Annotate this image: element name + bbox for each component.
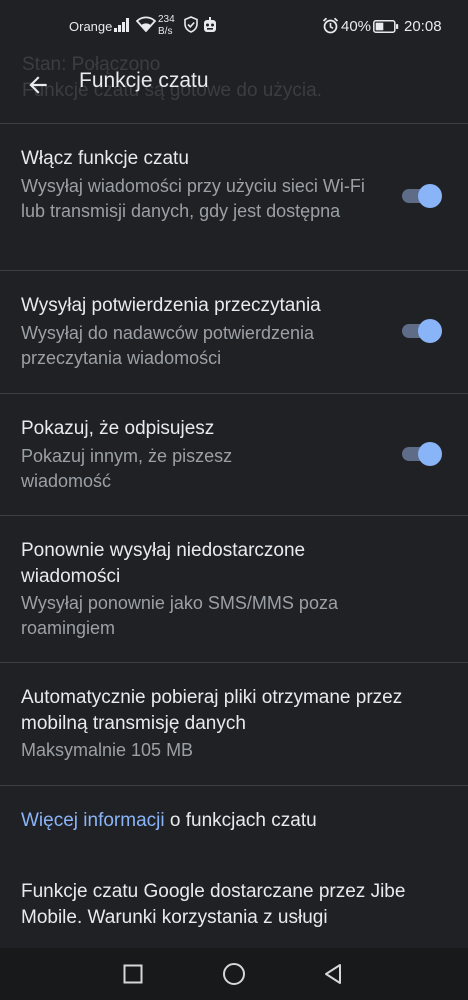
setting-subtitle: Wysyłaj wiadomości przy użyciu sieci Wi-…: [21, 176, 365, 221]
wifi-icon: [135, 16, 157, 36]
carrier-name: Orange: [69, 19, 113, 34]
back-button[interactable]: [18, 65, 58, 105]
toggle-thumb: [418, 319, 442, 343]
battery-icon: [373, 20, 399, 37]
home-circle-icon: [223, 963, 245, 985]
enable-chat-toggle[interactable]: [402, 180, 444, 212]
signal-icon: [114, 18, 132, 36]
setting-title: Włącz funkcje czatu: [21, 148, 189, 169]
app-bar: Funkcje czatu: [0, 52, 468, 122]
setting-title: Wysyłaj potwierdzenia przeczytania: [21, 295, 321, 316]
read-receipts-toggle[interactable]: [402, 315, 444, 347]
setting-resend-undelivered[interactable]: Ponownie wysyłaj niedostarczone wiadomoś…: [0, 516, 468, 662]
system-nav-bar: [0, 948, 468, 1000]
setting-title: Pokazuj, że odpisujesz: [21, 418, 215, 439]
network-speed-unit: B/s: [158, 26, 173, 37]
clock-time: 20:08: [404, 18, 442, 35]
recents-square-icon: [123, 964, 143, 984]
more-info-link[interactable]: Więcej informacji: [21, 810, 165, 831]
footer-text[interactable]: Funkcje czatu Google dostarczane przez J…: [21, 879, 451, 931]
setting-enable-chat-features[interactable]: Włącz funkcje czatu Wysyłaj wiadomości p…: [0, 124, 468, 270]
home-button[interactable]: [218, 958, 250, 990]
status-bar: Orange 234 B/s 40% 20:08: [0, 0, 468, 52]
network-speed: 234 B/s: [158, 14, 175, 38]
toggle-thumb: [418, 184, 442, 208]
nav-back-button[interactable]: [317, 958, 349, 990]
arrow-back-icon: [29, 76, 47, 94]
setting-title: Automatycznie pobieraj pliki otrzymane p…: [21, 687, 403, 734]
more-info-line: Więcej informacji o funkcjach czatu: [21, 808, 317, 834]
alarm-icon: [322, 17, 339, 38]
setting-read-receipts[interactable]: Wysyłaj potwierdzenia przeczytania Wysył…: [0, 271, 468, 393]
recents-button[interactable]: [117, 958, 149, 990]
back-triangle-icon: [325, 964, 341, 984]
setting-subtitle: Wysyłaj do nadawców potwierdzenia przecz…: [21, 323, 314, 368]
more-info-rest: o funkcjach czatu: [164, 810, 317, 831]
page-title: Funkcje czatu: [79, 69, 209, 92]
shield-icon: [184, 16, 198, 37]
setting-subtitle: Wysyłaj ponownie jako SMS/MMS poza roami…: [21, 593, 338, 638]
setting-typing-indicator[interactable]: Pokazuj, że odpisujesz Pokazuj innym, że…: [0, 394, 468, 515]
setting-subtitle: Pokazuj innym, że piszesz wiadomość: [21, 446, 233, 491]
setting-title: Ponownie wysyłaj niedostarczone wiadomoś…: [21, 540, 306, 587]
divider: [0, 785, 468, 786]
setting-subtitle: Maksymalnie 105 MB: [21, 740, 194, 760]
network-speed-value: 234: [158, 14, 175, 25]
toggle-thumb: [418, 442, 442, 466]
setting-auto-download[interactable]: Automatycznie pobieraj pliki otrzymane p…: [0, 663, 468, 785]
typing-indicator-toggle[interactable]: [402, 438, 444, 470]
robot-icon: [203, 17, 217, 37]
battery-percent: 40%: [341, 18, 372, 35]
